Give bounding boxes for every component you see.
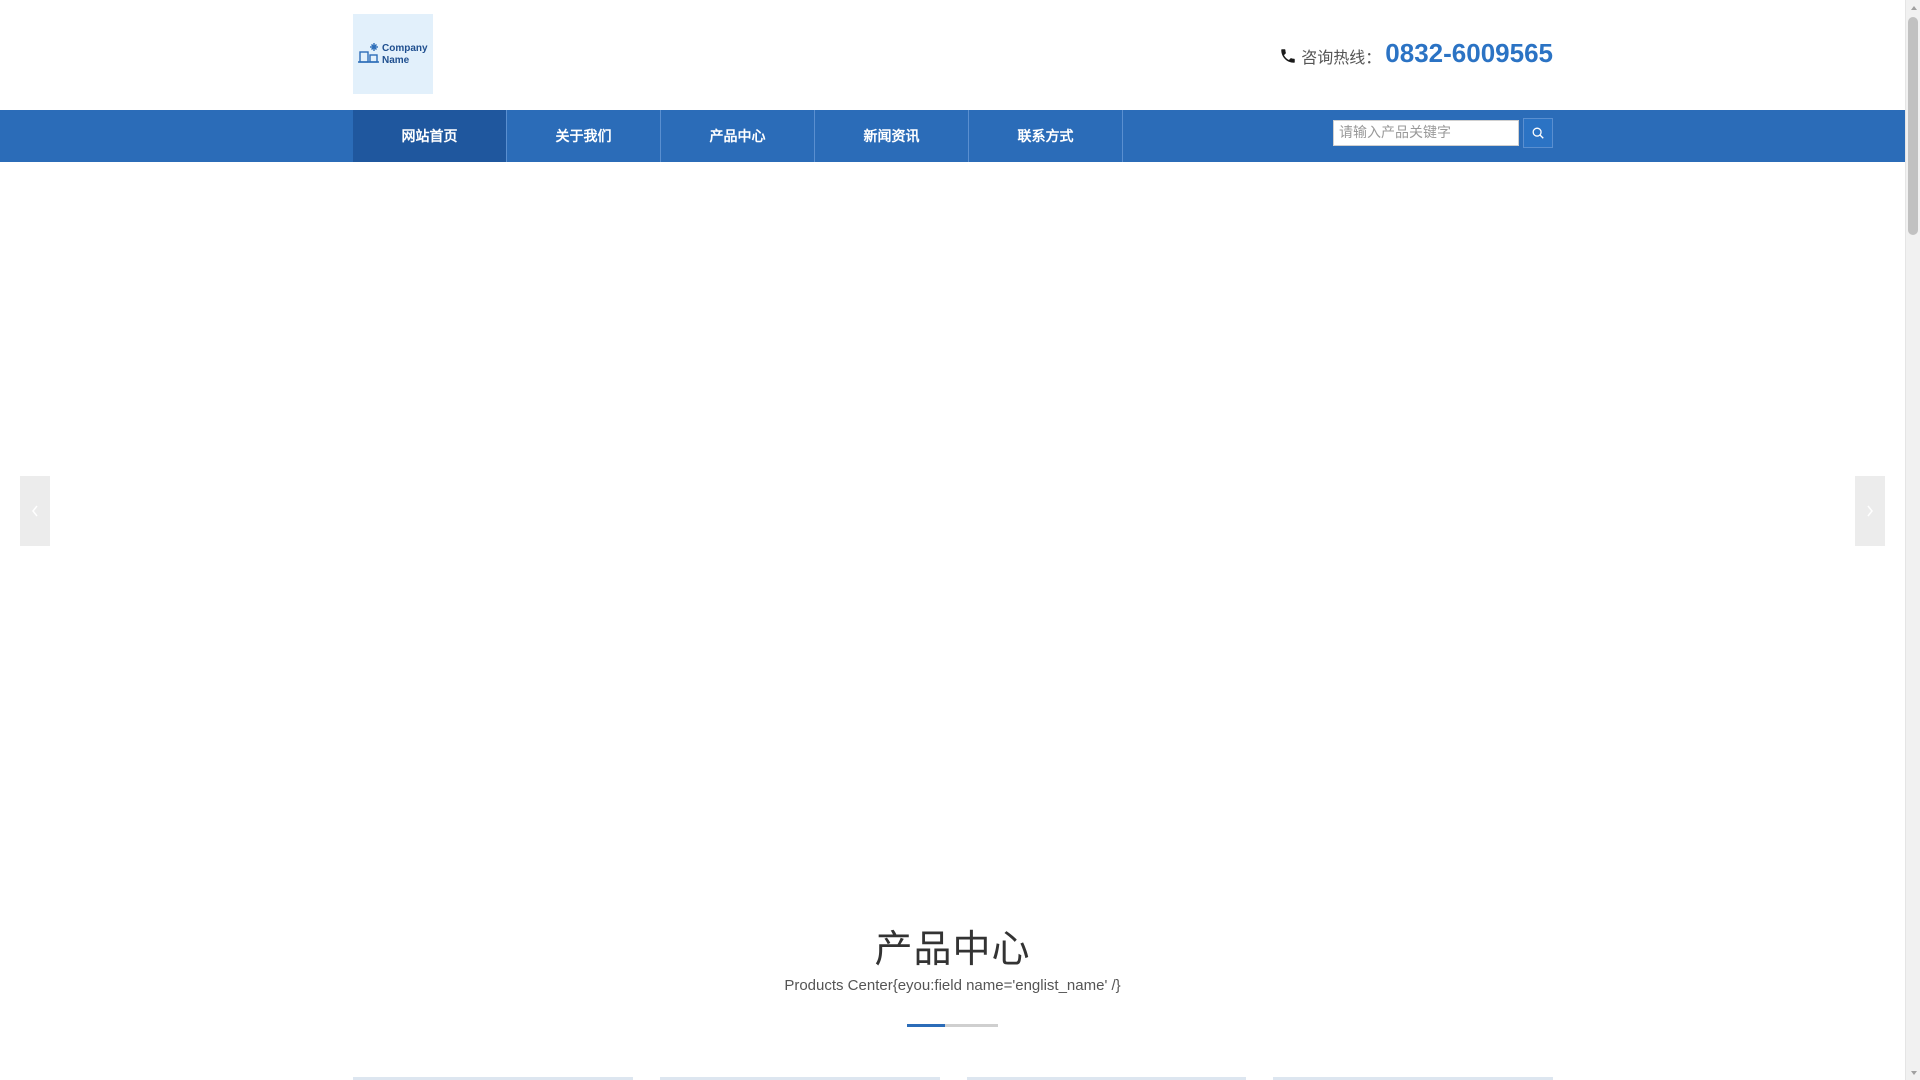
nav-item-home[interactable]: 网站首页 (353, 110, 507, 162)
section-subtitle: Products Center{eyou:field name='englist… (784, 977, 1121, 994)
section-divider (907, 1024, 998, 1027)
company-logo[interactable]: Company Name (353, 14, 433, 94)
nav-item-news[interactable]: 新闻资讯 (815, 110, 969, 162)
search-button[interactable] (1523, 118, 1553, 148)
nav-item-products[interactable]: 产品中心 (661, 110, 815, 162)
arrow-up-icon (1910, 5, 1917, 10)
chevron-left-icon (32, 505, 38, 517)
search-box (1333, 118, 1553, 148)
search-input[interactable] (1333, 120, 1519, 146)
hotline-label: 咨询热线： (1301, 48, 1382, 67)
banner-slider (0, 162, 1905, 882)
logo-text-line1: Company (382, 43, 428, 54)
slider-next-button[interactable] (1855, 476, 1885, 546)
logo-text-line2: Name (382, 55, 410, 66)
hotline-number: 0832-6009565 (1385, 37, 1553, 68)
nav-item-contact[interactable]: 联系方式 (969, 110, 1123, 162)
scroll-up-button[interactable] (1906, 0, 1920, 15)
scroll-down-button[interactable] (1906, 1065, 1920, 1080)
main-navbar: 网站首页 关于我们 产品中心 新闻资讯 联系方式 (0, 110, 1905, 162)
page: Company Name 咨询热线： 0832-6009565 网站首页 关于我… (0, 0, 1905, 1080)
search-icon (1532, 127, 1544, 139)
nav-menu: 网站首页 关于我们 产品中心 新闻资讯 联系方式 (353, 110, 1123, 162)
nav-item-about[interactable]: 关于我们 (507, 110, 661, 162)
phone-icon (1281, 49, 1296, 63)
scrollbar-thumb[interactable] (1908, 17, 1918, 235)
section-title: 产品中心 (874, 927, 1031, 971)
arrow-down-icon (1910, 1070, 1917, 1075)
divider-accent (907, 1024, 945, 1027)
chevron-right-icon (1867, 505, 1873, 517)
vertical-scrollbar[interactable] (1905, 0, 1920, 1080)
hotline: 咨询热线： 0832-6009565 (1279, 36, 1553, 70)
logo-icon: Company Name (358, 43, 428, 66)
slider-prev-button[interactable] (20, 476, 50, 546)
